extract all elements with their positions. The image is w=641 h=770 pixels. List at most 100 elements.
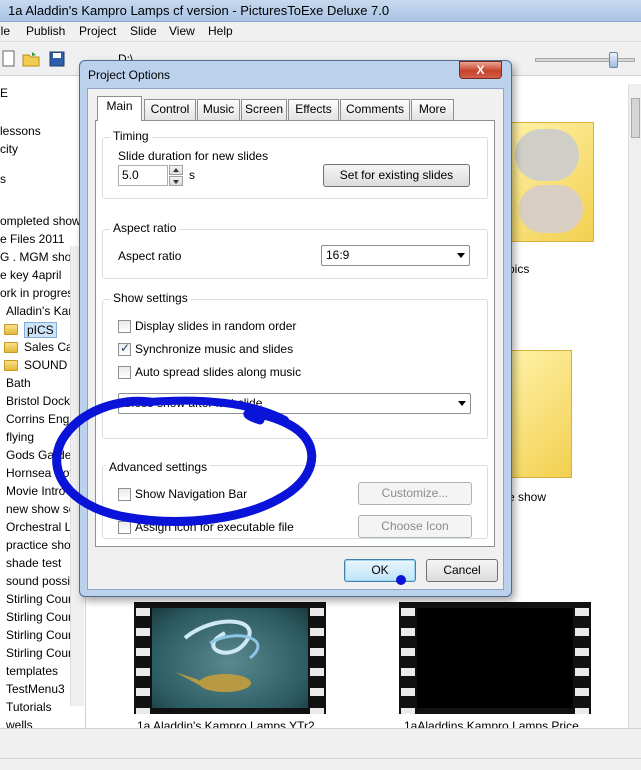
aspect-ratio-group-title: Aspect ratio	[110, 221, 180, 235]
scroll-thumb[interactable]	[631, 98, 640, 138]
tree-item[interactable]: shade test	[6, 556, 61, 570]
tree-item[interactable]: Stirling Cour	[6, 628, 72, 642]
film-holes	[401, 602, 415, 714]
menu-project[interactable]: Project	[79, 24, 116, 38]
tree-item[interactable]: Stirling Cour	[6, 610, 72, 624]
tree-item[interactable]: Corrins Eng	[6, 412, 69, 426]
show-navigation-bar-checkbox[interactable]	[118, 488, 131, 501]
tree-item[interactable]: practice sho	[6, 538, 71, 552]
menu-view[interactable]: View	[169, 24, 195, 38]
tab-more[interactable]: More	[411, 99, 454, 120]
choose-icon-button[interactable]: Choose Icon	[358, 515, 472, 538]
pane-scrollbar[interactable]	[628, 84, 641, 728]
tree-item[interactable]: Stirling Cour	[6, 646, 72, 660]
ok-button[interactable]: OK	[344, 559, 416, 582]
slide-thumbnail-2[interactable]	[399, 602, 591, 714]
tree-item[interactable]: ompleted show	[0, 214, 81, 228]
chevron-down-icon	[458, 401, 466, 406]
slide-thumbnail-1[interactable]	[134, 602, 326, 714]
open-folder-icon[interactable]	[22, 50, 40, 68]
save-icon[interactable]	[48, 50, 66, 68]
new-file-icon[interactable]	[0, 50, 18, 68]
tree-item[interactable]: lessons	[0, 124, 41, 138]
auto-spread-label: Auto spread slides along music	[135, 365, 302, 379]
sync-music-label: Synchronize music and slides	[135, 342, 294, 356]
folder-preview-image	[519, 185, 583, 233]
tree-item[interactable]: e Files 2011	[0, 232, 64, 246]
status-bar	[0, 758, 641, 770]
tree-item[interactable]: E	[0, 86, 8, 100]
tree-item[interactable]: Movie Intro	[6, 484, 65, 498]
seconds-unit-label: s	[189, 168, 195, 182]
dialog-body: Main Control Music Screen Effects Commen…	[87, 88, 504, 590]
slide-duration-input[interactable]: 5.0	[118, 165, 168, 186]
show-settings-group-title: Show settings	[110, 291, 191, 305]
tree-item[interactable]: Hornsea Pott	[6, 466, 76, 480]
film-holes	[575, 602, 589, 714]
advanced-settings-group-title: Advanced settings	[106, 460, 211, 474]
tree-item[interactable]: new show se	[6, 502, 75, 516]
folder-preview-image	[515, 129, 579, 181]
folder-icon	[4, 324, 18, 335]
sync-music-checkbox[interactable]	[118, 341, 131, 356]
tree-item[interactable]: s	[0, 172, 6, 186]
assign-icon-label: Assign icon for executable file	[135, 520, 294, 534]
zoom-slider-thumb[interactable]	[609, 52, 618, 68]
aspect-ratio-select[interactable]: 16:9	[321, 245, 470, 266]
tab-comments[interactable]: Comments	[340, 99, 410, 120]
tab-effects[interactable]: Effects	[288, 99, 339, 120]
slide-duration-label: Slide duration for new slides	[118, 149, 269, 163]
menu-publish[interactable]: Publish	[26, 24, 65, 38]
menu-file[interactable]: ile	[0, 24, 10, 38]
aspect-ratio-group: Aspect ratio Aspect ratio 16:9	[102, 221, 488, 279]
tree-item[interactable]: Sales Cat	[24, 340, 76, 354]
folder-tree: Elessons city s ompleted show e Files 2011 G …	[0, 76, 86, 728]
after-show-select[interactable]: Close show after last slide	[118, 393, 471, 414]
tree-item[interactable]: Gods Garder	[6, 448, 75, 462]
auto-spread-checkbox[interactable]	[118, 366, 131, 379]
tree-item[interactable]: Bristol Dock	[6, 394, 70, 408]
random-order-checkbox[interactable]	[118, 320, 131, 333]
folder-thumbnail-pics[interactable]	[508, 122, 594, 242]
show-settings-group: Show settings Display slides in random o…	[102, 291, 488, 439]
tree-item[interactable]: Stirling Cour	[6, 592, 72, 606]
tree-item[interactable]: flying	[6, 430, 34, 444]
film-holes	[136, 602, 150, 714]
tree-item[interactable]: sound possi	[6, 574, 70, 588]
advanced-settings-group: Advanced settings Show Navigation Bar Cu…	[102, 460, 488, 539]
cancel-button[interactable]: Cancel	[426, 559, 498, 582]
tree-item[interactable]: e key 4april	[0, 268, 61, 282]
folder-icon	[4, 360, 18, 371]
tab-control[interactable]: Control	[144, 99, 196, 120]
tree-item[interactable]: templates	[6, 664, 58, 678]
tab-main[interactable]: Main	[97, 96, 142, 121]
tab-music[interactable]: Music	[197, 99, 240, 120]
black-slide-image	[417, 608, 573, 708]
zoom-slider-track[interactable]	[535, 58, 635, 62]
aladdin-lamp-image	[152, 608, 308, 708]
folder-thumbnail-show[interactable]	[508, 350, 572, 478]
tree-item[interactable]: pICS	[24, 322, 57, 338]
spin-down-icon[interactable]	[169, 176, 183, 186]
tab-screen[interactable]: Screen	[241, 99, 287, 120]
project-options-dialog: Project Options X Main Control Music Scr…	[79, 60, 512, 597]
tree-item[interactable]: ork in progres	[0, 286, 73, 300]
tree-item[interactable]: city	[0, 142, 18, 156]
menu-help[interactable]: Help	[208, 24, 233, 38]
set-existing-slides-button[interactable]: Set for existing slides	[323, 164, 470, 187]
tree-item[interactable]: Tutorials	[6, 700, 52, 714]
timing-group-title: Timing	[110, 129, 152, 143]
tree-item[interactable]: Alladin's Kar	[6, 304, 72, 318]
tree-item[interactable]: SOUND	[24, 358, 67, 372]
tree-item[interactable]: wells	[6, 718, 33, 728]
customize-button[interactable]: Customize...	[358, 482, 472, 505]
tree-item[interactable]: G . MGM sho	[0, 250, 71, 264]
tree-item[interactable]: Orchestral L	[6, 520, 71, 534]
folder-icon	[4, 342, 18, 353]
tree-item[interactable]: Bath	[6, 376, 31, 390]
menu-slide[interactable]: Slide	[130, 24, 157, 38]
close-button[interactable]: X	[459, 61, 502, 79]
tree-item[interactable]: TestMenu3	[6, 682, 65, 696]
spin-up-icon[interactable]	[169, 165, 183, 175]
assign-icon-checkbox[interactable]	[118, 521, 131, 534]
